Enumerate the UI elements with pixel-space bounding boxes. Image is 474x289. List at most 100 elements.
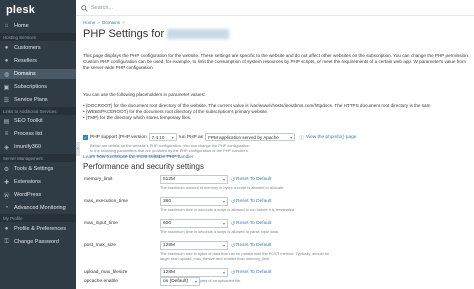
sidebar-item-resellers[interactable]: ● Resellers: [0, 56, 76, 66]
page-title-text: PHP Settings for: [83, 28, 165, 40]
redacted-domain: [167, 29, 230, 40]
php-handler-value: FPM application served by Apache: [208, 134, 279, 140]
view-phpinfo-link[interactable]: View the phpinfo() page: [306, 135, 357, 140]
placeholders-list: • {DOCROOT} for the document root direct…: [83, 103, 430, 122]
sidebar-item-label: Advanced Monitoring: [14, 205, 66, 211]
php-handler-select[interactable]: FPM application served by Apache ▾: [205, 133, 296, 141]
sidebar-item-change-password[interactable]: ⚿ Change Password: [0, 237, 76, 247]
reset-icon: ↺: [231, 177, 236, 183]
sidebar-item-label: Imunify360: [14, 144, 41, 150]
sidebar-item-label: Subscriptions: [14, 84, 48, 90]
sidebar-item-imunify360[interactable]: ◈ Imunify360: [0, 142, 76, 152]
breadcrumb: Home > Domains >: [83, 20, 127, 25]
chevron-down-icon: ▾: [171, 134, 174, 140]
memory-limit-select[interactable]: 512M ▾: [160, 175, 228, 184]
sidebar-group-my-profile: My Profile: [0, 214, 76, 222]
chevron-down-icon: ▾: [222, 177, 225, 182]
wordpress-icon: Ⓦ: [3, 193, 10, 200]
main-content: Home > Domains > PHP Settings for This page…: [80, 16, 474, 289]
upload-max-filesize-select[interactable]: 128M ▾: [160, 268, 228, 277]
setting-value: 360: [163, 199, 172, 204]
max-execution-time-select[interactable]: 360 ▾: [160, 197, 228, 206]
setting-value: 128M: [163, 243, 175, 248]
max-input-time-select[interactable]: 600 ▾: [160, 219, 228, 228]
post-max-size-select[interactable]: 128M ▾: [160, 241, 228, 250]
reset-to-default-link[interactable]: Reset To Default: [236, 177, 271, 182]
setting-help: The maximum amount of memory in bytes a …: [160, 185, 285, 190]
setting-help: The maximum time in seconds a script is …: [160, 207, 296, 212]
chevron-down-icon: ▾: [194, 279, 197, 284]
reset-icon: ↺: [231, 270, 236, 276]
sidebar-item-extensions[interactable]: ✚ Extensions: [0, 177, 76, 187]
profile-icon: ●: [4, 226, 9, 232]
box-icon: ▣: [3, 84, 10, 91]
globe-icon: ◍: [3, 71, 10, 78]
reset-icon: ↺: [231, 221, 236, 227]
search-input[interactable]: [88, 5, 208, 11]
sidebar-item-profile-preferences[interactable]: ● Profile & Preferences: [0, 224, 76, 234]
placeholder-docroot: {DOCROOT} for the document root director…: [85, 103, 431, 108]
setting-help: The maximum size in bytes of data that c…: [160, 251, 330, 261]
sidebar-item-advanced-monitoring[interactable]: ◔ Advanced Monitoring: [0, 203, 76, 213]
chevron-down-icon: ▾: [222, 270, 225, 275]
php-version-select[interactable]: 7.4.10 ▾: [148, 133, 177, 141]
sidebar-item-process-list[interactable]: ≡ Process list: [0, 129, 76, 139]
placeholder-webspaceroot: {WEBSPACEROOT} for the document root dir…: [85, 109, 269, 115]
plesk-logo[interactable]: plesk: [0, 0, 76, 18]
setting-value: 128M: [163, 270, 175, 275]
setting-help: The maximum time in seconds a script is …: [160, 229, 279, 234]
breadcrumb-domains[interactable]: Domains: [102, 20, 120, 25]
php-version-value: 7.4.10: [151, 134, 165, 140]
chevron-left-icon: ‹: [77, 146, 79, 152]
breadcrumb-home[interactable]: Home: [83, 20, 95, 25]
reset-to-default-link[interactable]: Reset To Default: [236, 221, 271, 226]
sidebar-group-additional-services: Links to Additional Services: [0, 107, 76, 115]
php-support-checkbox[interactable]: ✓: [83, 134, 88, 140]
sidebar-item-label: Service Plans: [14, 97, 48, 103]
section-title: Performance and security settings: [83, 162, 204, 171]
sidebar-group-hosting-services: Hosting Services: [0, 33, 76, 41]
sidebar-item-home[interactable]: ⌂ Home: [0, 21, 76, 31]
chevron-down-icon: ▾: [222, 243, 225, 248]
opcache-enable-select[interactable]: on (Default) ▾: [160, 277, 200, 286]
sidebar-item-label: Domains: [14, 71, 36, 77]
placeholder-tmp: {TMP} for the directory which stores tem…: [85, 115, 192, 121]
sidebar-item-label: Extensions: [14, 179, 41, 185]
reset-to-default-link[interactable]: Reset To Default: [236, 270, 271, 275]
setting-label: memory_limit: [84, 177, 113, 182]
process-icon: ≡: [4, 131, 9, 137]
setting-label: max_execution_time: [84, 199, 128, 204]
puzzle-icon: ✚: [3, 179, 10, 186]
sidebar-item-label: Customers: [14, 45, 41, 51]
reset-to-default-link[interactable]: Reset To Default: [236, 199, 271, 204]
sidebar-item-label: Tools & Settings: [14, 166, 54, 172]
chevron-down-icon: ▾: [290, 134, 293, 140]
home-icon: ⌂: [4, 23, 9, 29]
sidebar-group-server-management: Server Management: [0, 154, 76, 162]
placeholders-heading: You can use the following placeholders i…: [83, 92, 206, 97]
sidebar-item-service-plans[interactable]: ☰ Service Plans: [0, 95, 76, 105]
setting-label: opcache.enable: [84, 279, 118, 284]
top-bar: [76, 0, 474, 16]
sidebar-item-seo-toolkit[interactable]: ▤ SEO Toolkit: [0, 116, 76, 126]
run-as-label: run PHP as: [178, 134, 204, 140]
search-icon: [80, 4, 88, 12]
sidebar-item-subscriptions[interactable]: ▣ Subscriptions: [0, 82, 76, 92]
sidebar-item-customers[interactable]: ● Customers: [0, 43, 76, 53]
sidebar-item-wordpress[interactable]: Ⓦ WordPress: [0, 190, 76, 200]
key-icon: ⚿: [4, 238, 9, 245]
breadcrumb-separator: >: [97, 20, 100, 25]
choose-handler-link[interactable]: Learn how to choose the most suitable PH…: [83, 155, 194, 160]
reset-to-default-link[interactable]: Reset To Default: [236, 243, 271, 248]
info-icon: ⓘ: [299, 135, 304, 141]
setting-label: max_input_time: [84, 221, 118, 226]
sidebar-item-tools-settings[interactable]: ⚙ Tools & Settings: [0, 164, 76, 174]
sidebar: plesk ⌂ Home Hosting Services ● Customers …: [0, 0, 76, 289]
tools-icon: ⚙: [3, 166, 10, 173]
chart-icon: ▤: [3, 118, 10, 125]
sidebar-item-label: WordPress: [14, 192, 42, 198]
chevron-down-icon: ▾: [222, 199, 225, 204]
reset-icon: ↺: [231, 199, 236, 205]
reset-icon: ↺: [231, 243, 236, 249]
sidebar-item-domains[interactable]: ◍ Domains: [0, 69, 76, 79]
